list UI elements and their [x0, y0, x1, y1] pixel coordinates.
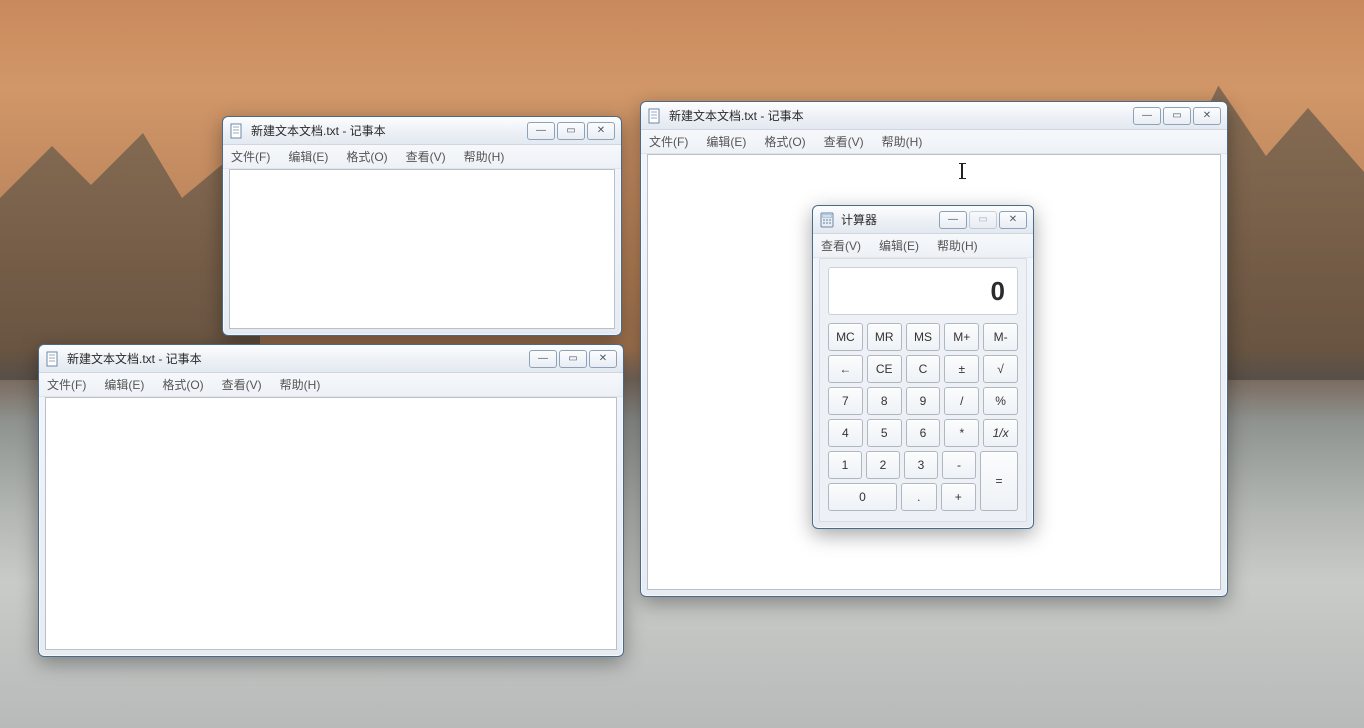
menu-view[interactable]: 查看(V): [220, 374, 264, 395]
window-title: 新建文本文档.txt - 记事本: [67, 350, 202, 367]
notepad-icon: [45, 351, 61, 367]
menu-edit[interactable]: 编辑(E): [286, 146, 330, 167]
close-button[interactable]: ✕: [587, 122, 615, 140]
menu-file[interactable]: 文件(F): [45, 374, 88, 395]
menubar: 文件(F) 编辑(E) 格式(O) 查看(V) 帮助(H): [39, 373, 623, 397]
menu-edit[interactable]: 编辑(E): [877, 235, 921, 256]
notepad-icon: [229, 123, 245, 139]
notepad-window-2[interactable]: 新建文本文档.txt - 记事本 — ▭ ✕ 文件(F) 编辑(E) 格式(O)…: [38, 344, 624, 657]
titlebar[interactable]: 新建文本文档.txt - 记事本 — ▭ ✕: [39, 345, 623, 373]
menu-help[interactable]: 帮助(H): [278, 374, 323, 395]
calculator-window[interactable]: 计算器 — ▭ ✕ 查看(V) 编辑(E) 帮助(H) 0 MC MR MS M…: [812, 205, 1034, 529]
text-cursor-ibeam: [961, 163, 963, 179]
btn-minus[interactable]: -: [942, 451, 976, 479]
menubar: 文件(F) 编辑(E) 格式(O) 查看(V) 帮助(H): [641, 130, 1227, 154]
menu-file[interactable]: 文件(F): [647, 131, 690, 152]
btn-8[interactable]: 8: [867, 387, 902, 415]
background-mountain: [0, 120, 260, 380]
maximize-button[interactable]: ▭: [1163, 107, 1191, 125]
menubar: 查看(V) 编辑(E) 帮助(H): [813, 234, 1033, 258]
menu-help[interactable]: 帮助(H): [462, 146, 507, 167]
calculator-display: 0: [828, 267, 1018, 315]
menu-help[interactable]: 帮助(H): [935, 235, 980, 256]
menu-view[interactable]: 查看(V): [822, 131, 866, 152]
menu-view[interactable]: 查看(V): [819, 235, 863, 256]
btn-m-minus[interactable]: M-: [983, 323, 1018, 351]
maximize-button[interactable]: ▭: [557, 122, 585, 140]
minimize-button[interactable]: —: [529, 350, 557, 368]
notepad-icon: [647, 108, 663, 124]
menu-format[interactable]: 格式(O): [762, 131, 807, 152]
btn-decimal[interactable]: .: [901, 483, 937, 511]
btn-reciprocal-label: 1/x: [993, 426, 1009, 440]
btn-7[interactable]: 7: [828, 387, 863, 415]
menubar: 文件(F) 编辑(E) 格式(O) 查看(V) 帮助(H): [223, 145, 621, 169]
window-title: 新建文本文档.txt - 记事本: [669, 107, 804, 124]
calculator-body: 0 MC MR MS M+ M- ← CE C ± √ 7 8 9 / % 4 …: [819, 258, 1027, 522]
btn-5[interactable]: 5: [867, 419, 902, 447]
menu-format[interactable]: 格式(O): [160, 374, 205, 395]
text-editor[interactable]: [230, 170, 614, 328]
btn-backspace[interactable]: ←: [828, 355, 863, 383]
btn-divide[interactable]: /: [944, 387, 979, 415]
titlebar[interactable]: 新建文本文档.txt - 记事本 — ▭ ✕: [641, 102, 1227, 130]
btn-sqrt[interactable]: √: [983, 355, 1018, 383]
text-editor[interactable]: [46, 398, 616, 649]
btn-2[interactable]: 2: [866, 451, 900, 479]
btn-multiply[interactable]: *: [944, 419, 979, 447]
btn-reciprocal[interactable]: 1/x: [983, 419, 1018, 447]
menu-help[interactable]: 帮助(H): [880, 131, 925, 152]
btn-ms[interactable]: MS: [906, 323, 941, 351]
menu-file[interactable]: 文件(F): [229, 146, 272, 167]
maximize-button[interactable]: ▭: [559, 350, 587, 368]
editor-area: [229, 169, 615, 329]
btn-plusminus[interactable]: ±: [944, 355, 979, 383]
btn-6[interactable]: 6: [906, 419, 941, 447]
close-button[interactable]: ✕: [1193, 107, 1221, 125]
btn-ce[interactable]: CE: [867, 355, 902, 383]
menu-edit[interactable]: 编辑(E): [102, 374, 146, 395]
btn-3[interactable]: 3: [904, 451, 938, 479]
minimize-button[interactable]: —: [1133, 107, 1161, 125]
editor-area: [45, 397, 617, 650]
menu-edit[interactable]: 编辑(E): [704, 131, 748, 152]
titlebar[interactable]: 计算器 — ▭ ✕: [813, 206, 1033, 234]
maximize-button[interactable]: ▭: [969, 211, 997, 229]
memory-row: MC MR MS M+ M-: [828, 323, 1018, 351]
close-button[interactable]: ✕: [999, 211, 1027, 229]
btn-0[interactable]: 0: [828, 483, 897, 511]
window-title: 新建文本文档.txt - 记事本: [251, 122, 386, 139]
calculator-icon: [819, 212, 835, 228]
titlebar[interactable]: 新建文本文档.txt - 记事本 — ▭ ✕: [223, 117, 621, 145]
minimize-button[interactable]: —: [939, 211, 967, 229]
notepad-window-1[interactable]: 新建文本文档.txt - 记事本 — ▭ ✕ 文件(F) 编辑(E) 格式(O)…: [222, 116, 622, 336]
menu-format[interactable]: 格式(O): [344, 146, 389, 167]
btn-plus[interactable]: +: [941, 483, 977, 511]
close-button[interactable]: ✕: [589, 350, 617, 368]
btn-equals[interactable]: =: [980, 451, 1018, 511]
btn-c[interactable]: C: [906, 355, 941, 383]
minimize-button[interactable]: —: [527, 122, 555, 140]
menu-view[interactable]: 查看(V): [404, 146, 448, 167]
btn-mr[interactable]: MR: [867, 323, 902, 351]
btn-m-plus[interactable]: M+: [944, 323, 979, 351]
btn-mc[interactable]: MC: [828, 323, 863, 351]
btn-1[interactable]: 1: [828, 451, 862, 479]
btn-9[interactable]: 9: [906, 387, 941, 415]
window-title: 计算器: [841, 211, 877, 228]
btn-4[interactable]: 4: [828, 419, 863, 447]
btn-percent[interactable]: %: [983, 387, 1018, 415]
